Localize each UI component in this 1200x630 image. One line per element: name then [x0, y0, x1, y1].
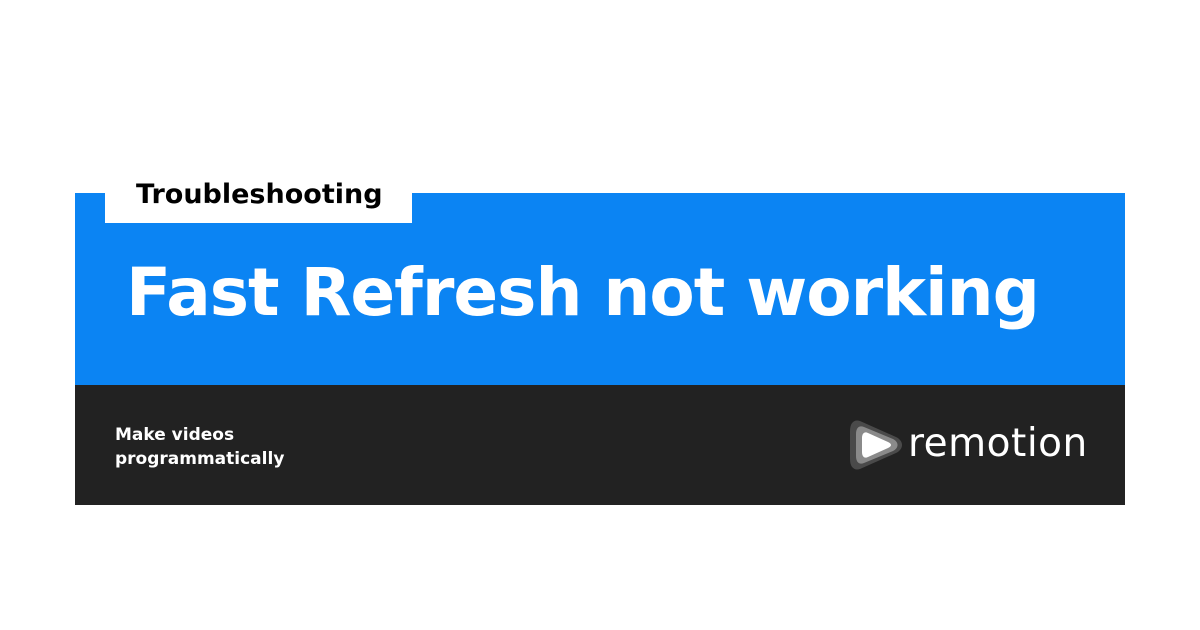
remotion-wordmark: remotion: [908, 421, 1088, 466]
remotion-logo: remotion: [846, 413, 1091, 477]
remotion-play-icon: [850, 420, 902, 470]
tagline-line-1: Make videos: [115, 425, 235, 445]
page-title: Fast Refresh not working: [126, 254, 1040, 331]
tagline: Make videos programmatically: [115, 423, 355, 471]
category-tag: Troubleshooting: [105, 170, 412, 223]
tagline-line-2: programmatically: [115, 449, 285, 469]
